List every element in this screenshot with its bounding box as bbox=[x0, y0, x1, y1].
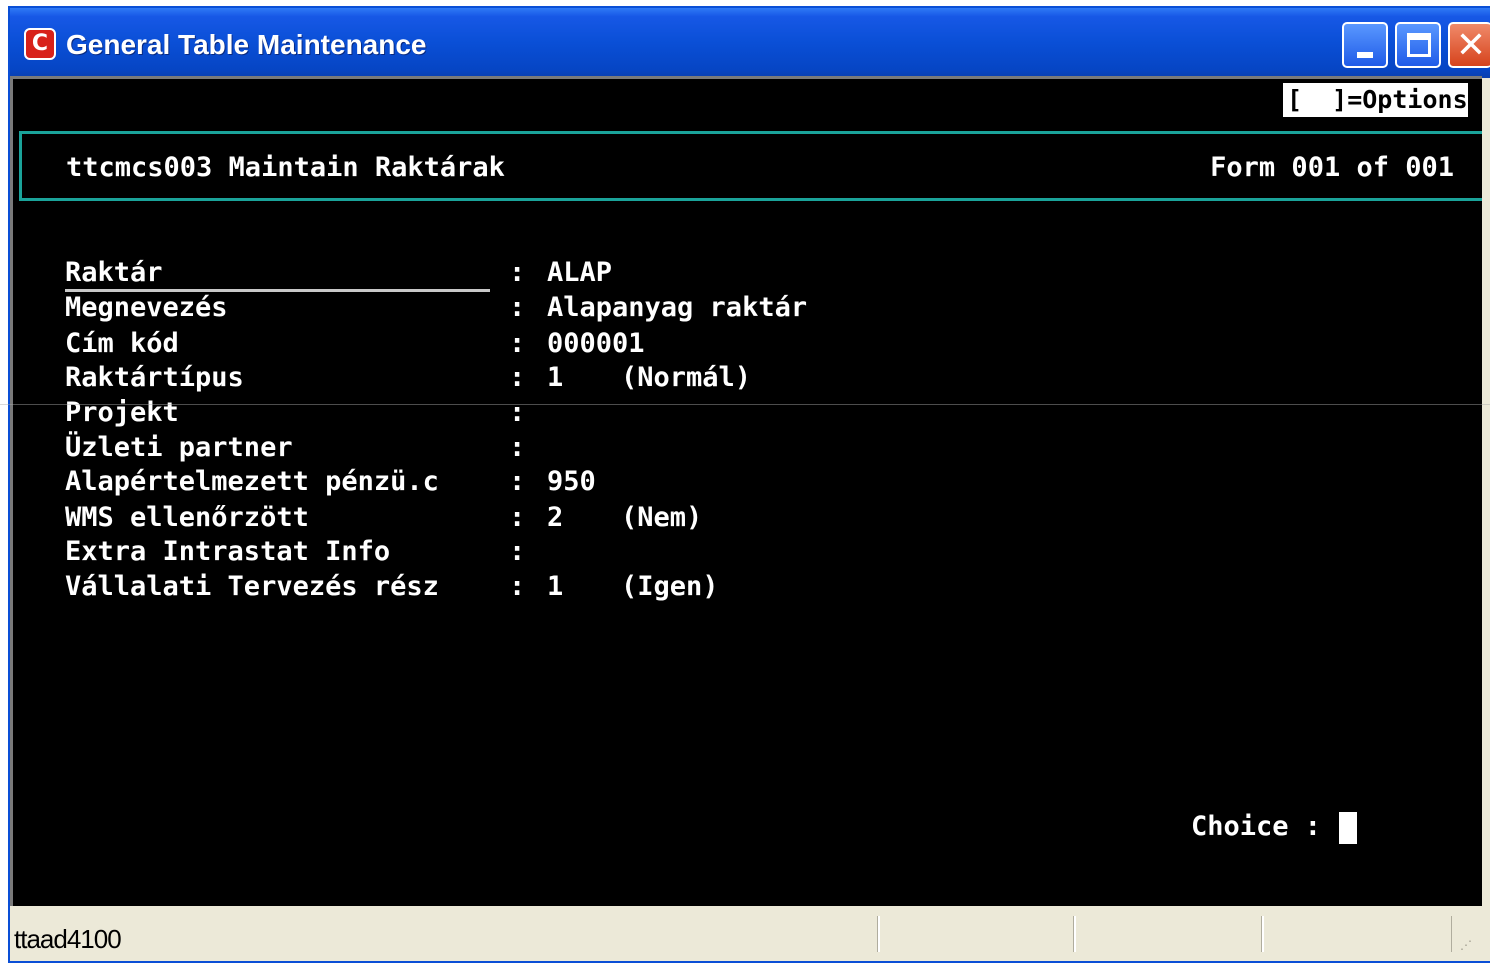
session-title: ttcmcs003 Maintain Raktárak bbox=[66, 152, 505, 183]
field-label-megnevezes: Megnevezés bbox=[65, 292, 228, 323]
maximize-icon bbox=[1397, 24, 1439, 66]
field-colon: : bbox=[509, 328, 526, 359]
choice-cursor[interactable] bbox=[1339, 812, 1357, 844]
field-label-raktar: Raktár bbox=[65, 257, 163, 288]
field-colon: : bbox=[509, 536, 526, 567]
window-title: General Table Maintenance bbox=[66, 29, 427, 60]
field-desc-raktartipus: (Normál) bbox=[621, 362, 752, 393]
field-value-wms[interactable]: 2 bbox=[547, 502, 563, 534]
minimize-icon bbox=[1344, 24, 1386, 66]
maximize-button[interactable] bbox=[1395, 22, 1441, 68]
field-label-wms: WMS ellenőrzött bbox=[65, 502, 309, 533]
terminal-screen[interactable]: [ ]=Options ttcmcs003 Maintain Raktárak … bbox=[10, 76, 1482, 906]
field-colon: : bbox=[509, 466, 526, 497]
field-label-cim-kod: Cím kód bbox=[65, 328, 179, 359]
form-header: ttcmcs003 Maintain Raktárak Form 001 of … bbox=[19, 131, 1482, 201]
app-icon[interactable]: C bbox=[24, 28, 56, 60]
status-cell bbox=[878, 916, 1074, 952]
title-bar[interactable]: C General Table Maintenance ✕ bbox=[10, 8, 1490, 78]
field-label-intrastat: Extra Intrastat Info bbox=[65, 536, 391, 567]
minimize-button[interactable] bbox=[1342, 22, 1388, 68]
close-icon: ✕ bbox=[1455, 25, 1487, 66]
scan-line-artifact bbox=[0, 404, 1490, 405]
field-value-penzugyi-csoport[interactable]: 950 bbox=[547, 466, 596, 498]
close-button[interactable]: ✕ bbox=[1448, 22, 1490, 68]
options-hint[interactable]: [ ]=Options bbox=[1283, 83, 1468, 117]
status-cell bbox=[1262, 916, 1452, 952]
field-colon: : bbox=[509, 362, 526, 393]
field-colon: : bbox=[509, 257, 526, 288]
field-value-raktar[interactable]: ALAP bbox=[547, 257, 612, 289]
form-indicator: Form 001 of 001 bbox=[1210, 152, 1454, 183]
field-label-projekt: Projekt bbox=[65, 397, 179, 428]
field-colon: : bbox=[509, 571, 526, 602]
field-label-raktartipus: Raktártípus bbox=[65, 362, 244, 393]
field-desc-tervezes: (Igen) bbox=[621, 571, 719, 602]
field-value-cim-kod[interactable]: 000001 bbox=[547, 328, 645, 360]
field-colon: : bbox=[509, 432, 526, 463]
resize-grip-icon[interactable]: ⋰ bbox=[1460, 939, 1474, 953]
choice-label: Choice : bbox=[1191, 811, 1322, 842]
field-value-tervezes[interactable]: 1 bbox=[547, 571, 563, 603]
field-label-tervezes: Vállalati Tervezés rész bbox=[65, 571, 439, 602]
field-desc-wms: (Nem) bbox=[621, 502, 703, 533]
field-value-megnevezes[interactable]: Alapanyag raktár bbox=[547, 292, 807, 324]
field-label-uzleti-partner: Üzleti partner bbox=[65, 432, 293, 463]
status-bar: ttaad4100 ⋰ bbox=[10, 912, 1482, 957]
field-value-raktartipus[interactable]: 1 bbox=[547, 362, 563, 394]
session-id: ttaad4100 bbox=[14, 924, 122, 954]
field-colon: : bbox=[509, 292, 526, 323]
status-cell-session: ttaad4100 bbox=[10, 916, 878, 954]
field-colon: : bbox=[509, 502, 526, 533]
field-colon: : bbox=[509, 397, 526, 428]
field-label-penzugyi-csoport: Alapértelmezett pénzü.c bbox=[65, 466, 439, 497]
status-cell bbox=[1074, 916, 1262, 952]
